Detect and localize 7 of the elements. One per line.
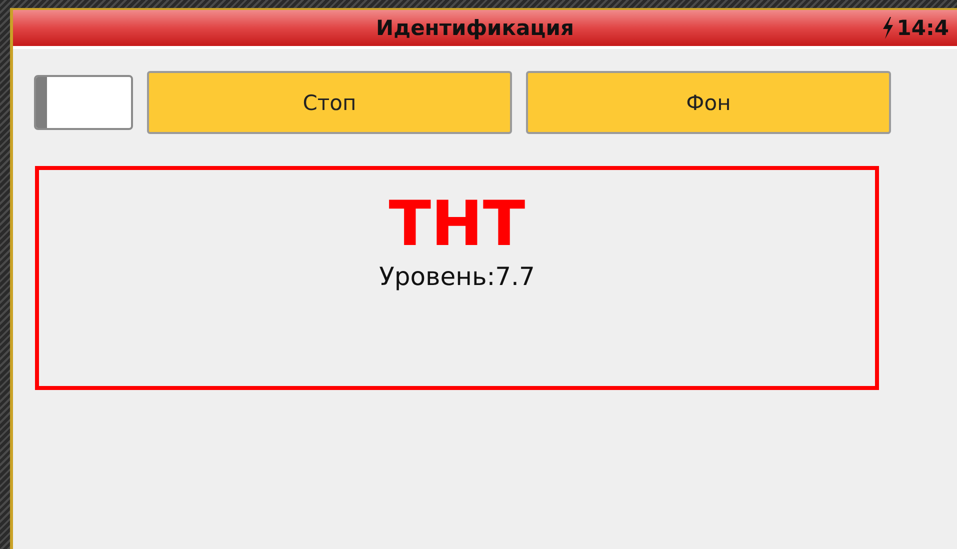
- action-button[interactable]: Стоп: [147, 71, 512, 134]
- level-reading: Уровень:7.7: [379, 262, 535, 292]
- substance-name: ТНТ: [388, 190, 526, 258]
- clock-text: 14:4: [896, 16, 949, 40]
- window-title: Идентификация: [376, 16, 574, 40]
- action-button[interactable]: Фон: [526, 71, 891, 134]
- lightning-icon: [880, 17, 895, 39]
